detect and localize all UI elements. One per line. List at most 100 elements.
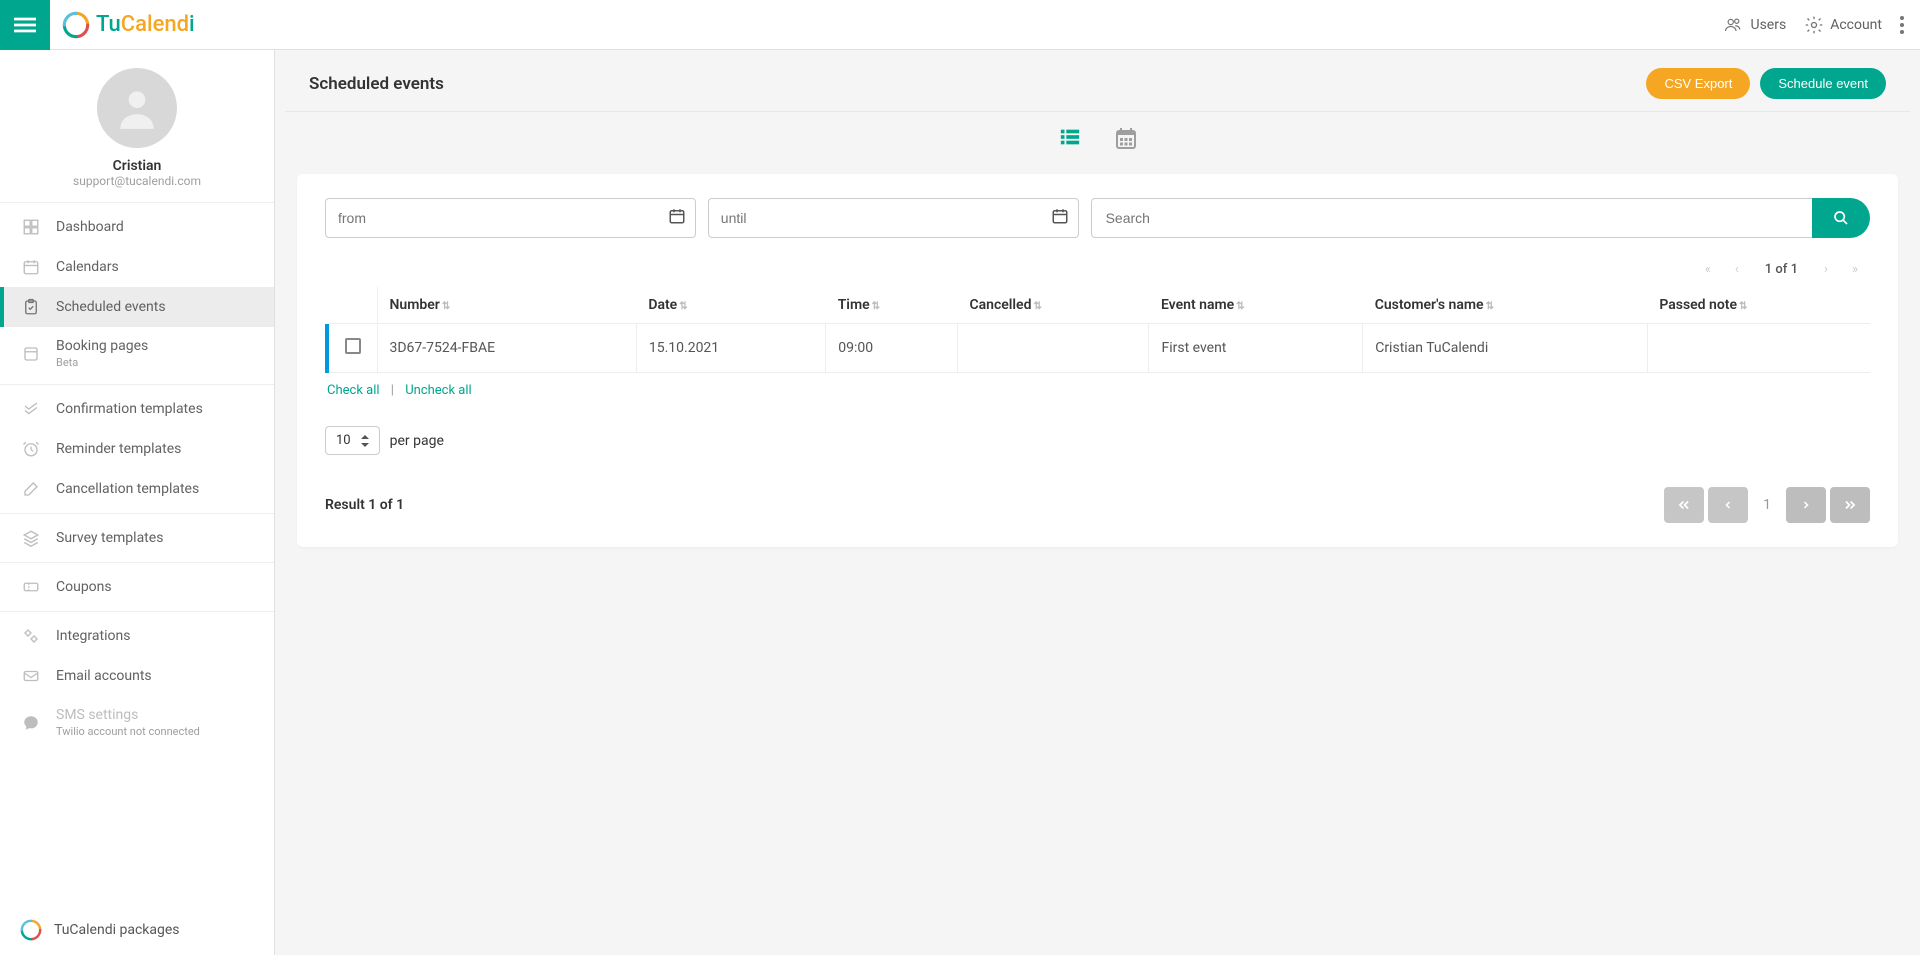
ticket-icon [20,578,42,596]
cell-customer-name: Cristian TuCalendi [1363,324,1648,373]
current-page: 1 [1752,497,1782,513]
calendar-icon[interactable] [1051,207,1069,229]
more-menu-button[interactable] [1900,16,1904,34]
topbar: TuCalendi Users Account [0,0,1920,50]
sidebar-item-cancellation-templates[interactable]: Cancellation templates [0,469,274,509]
sort-icon: ⇅ [1033,301,1041,312]
search-button[interactable] [1812,198,1870,238]
col-passed-note[interactable]: Passed note⇅ [1647,287,1870,324]
cell-cancelled [957,324,1149,373]
tucalendi-circle-icon [20,919,42,941]
check-actions: Check all | Uncheck all [325,373,1870,408]
brand-name-a: Tu [96,12,121,37]
sidebar-item-dashboard[interactable]: Dashboard [0,207,274,247]
users-icon [1722,16,1744,34]
cell-time: 09:00 [826,324,958,373]
events-card: « ‹ 1 of 1 › » Number⇅ Date⇅ Time⇅ Cance… [297,174,1898,547]
uncheck-all-link[interactable]: Uncheck all [405,383,471,398]
events-table: Number⇅ Date⇅ Time⇅ Cancelled⇅ Event nam… [325,287,1870,373]
profile-block: Cristian support@tucalendi.com [0,50,274,202]
list-view-button[interactable] [1057,126,1083,154]
perpage-row: 10 per page [325,408,1870,459]
sort-icon: ⇅ [1486,301,1494,312]
eraser-icon [20,480,42,498]
dashboard-icon [20,218,42,236]
chat-icon [20,714,42,732]
chevrons-right-icon [1843,498,1857,512]
row-checkbox[interactable] [345,338,361,354]
account-link[interactable]: Account [1804,15,1882,35]
sidebar-item-coupons[interactable]: Coupons [0,567,274,607]
first-page-button[interactable] [1664,487,1704,523]
layers-icon [20,529,42,547]
select-arrows-icon [361,435,369,447]
avatar[interactable] [97,68,177,148]
sidebar-item-reminder-templates[interactable]: Reminder templates [0,429,274,469]
sidebar-item-booking-pages[interactable]: Booking pages Beta [0,327,274,380]
calendar-icon[interactable] [668,207,686,229]
hamburger-menu-button[interactable] [0,0,50,50]
pager-label: 1 of 1 [1755,262,1808,277]
chevron-right-icon [1800,498,1812,512]
first-page-button[interactable]: « [1697,262,1719,277]
tucalendi-circle-icon [62,11,90,39]
sidebar-item-email-accounts[interactable]: Email accounts [0,656,274,696]
brand-name-b: Calend [121,12,189,37]
prev-page-button[interactable] [1708,487,1748,523]
main-content: Scheduled events CSV Export Schedule eve… [275,50,1920,955]
account-label: Account [1830,17,1882,33]
calendar-grid-icon [1113,126,1139,150]
result-text: Result 1 of 1 [325,497,404,513]
col-date[interactable]: Date⇅ [636,287,825,324]
sort-icon: ⇅ [872,301,880,312]
sort-icon: ⇅ [679,301,687,312]
until-date-input[interactable] [708,198,1079,238]
prev-page-button[interactable]: ‹ [1727,262,1747,277]
alarm-icon [20,440,42,458]
list-icon [1057,126,1083,148]
col-cancelled[interactable]: Cancelled⇅ [957,287,1149,324]
sidebar-item-calendars[interactable]: Calendars [0,247,274,287]
next-page-button[interactable]: › [1816,262,1836,277]
brand-name-c: i [189,12,195,37]
check-all-link[interactable]: Check all [327,383,380,398]
csv-export-button[interactable]: CSV Export [1646,68,1750,99]
col-customer-name[interactable]: Customer's name⇅ [1363,287,1648,324]
perpage-select[interactable]: 10 [325,426,380,455]
schedule-event-button[interactable]: Schedule event [1760,68,1886,99]
sidebar-item-scheduled-events[interactable]: Scheduled events [0,287,274,327]
users-label: Users [1750,17,1786,33]
search-icon [1833,210,1849,226]
chevron-left-icon [1722,498,1734,512]
menu-icon [14,14,36,36]
gear-icon [1804,15,1824,35]
sidebar-item-confirmation-templates[interactable]: Confirmation templates [0,389,274,429]
packages-label: TuCalendi packages [54,922,180,938]
col-time[interactable]: Time⇅ [826,287,958,324]
cell-event-name: First event [1149,324,1363,373]
col-number[interactable]: Number⇅ [377,287,636,324]
search-wrap [1091,198,1870,238]
filter-row [325,198,1870,238]
next-page-button[interactable] [1786,487,1826,523]
brand-logo[interactable]: TuCalendi [50,11,195,39]
col-event-name[interactable]: Event name⇅ [1149,287,1363,324]
from-date-input[interactable] [325,198,696,238]
sidebar-item-sms-settings[interactable]: SMS settings Twilio account not connecte… [0,696,274,749]
last-page-button[interactable]: » [1844,262,1866,277]
mail-icon [20,667,42,685]
calendar-view-button[interactable] [1113,126,1139,154]
cogs-icon [20,627,42,645]
search-input[interactable] [1091,198,1812,238]
table-row[interactable]: 3D67-7524-FBAE 15.10.2021 09:00 First ev… [327,324,1870,373]
sidebar-item-packages[interactable]: TuCalendi packages [0,905,274,955]
users-link[interactable]: Users [1722,16,1786,34]
until-date-wrap [708,198,1079,238]
sort-icon: ⇅ [442,301,450,312]
sidebar-item-survey-templates[interactable]: Survey templates [0,518,274,558]
sidebar: Cristian support@tucalendi.com Dashboard… [0,50,275,955]
profile-name: Cristian [12,158,262,174]
last-page-button[interactable] [1830,487,1870,523]
sidebar-item-integrations[interactable]: Integrations [0,616,274,656]
sort-icon: ⇅ [1236,301,1244,312]
